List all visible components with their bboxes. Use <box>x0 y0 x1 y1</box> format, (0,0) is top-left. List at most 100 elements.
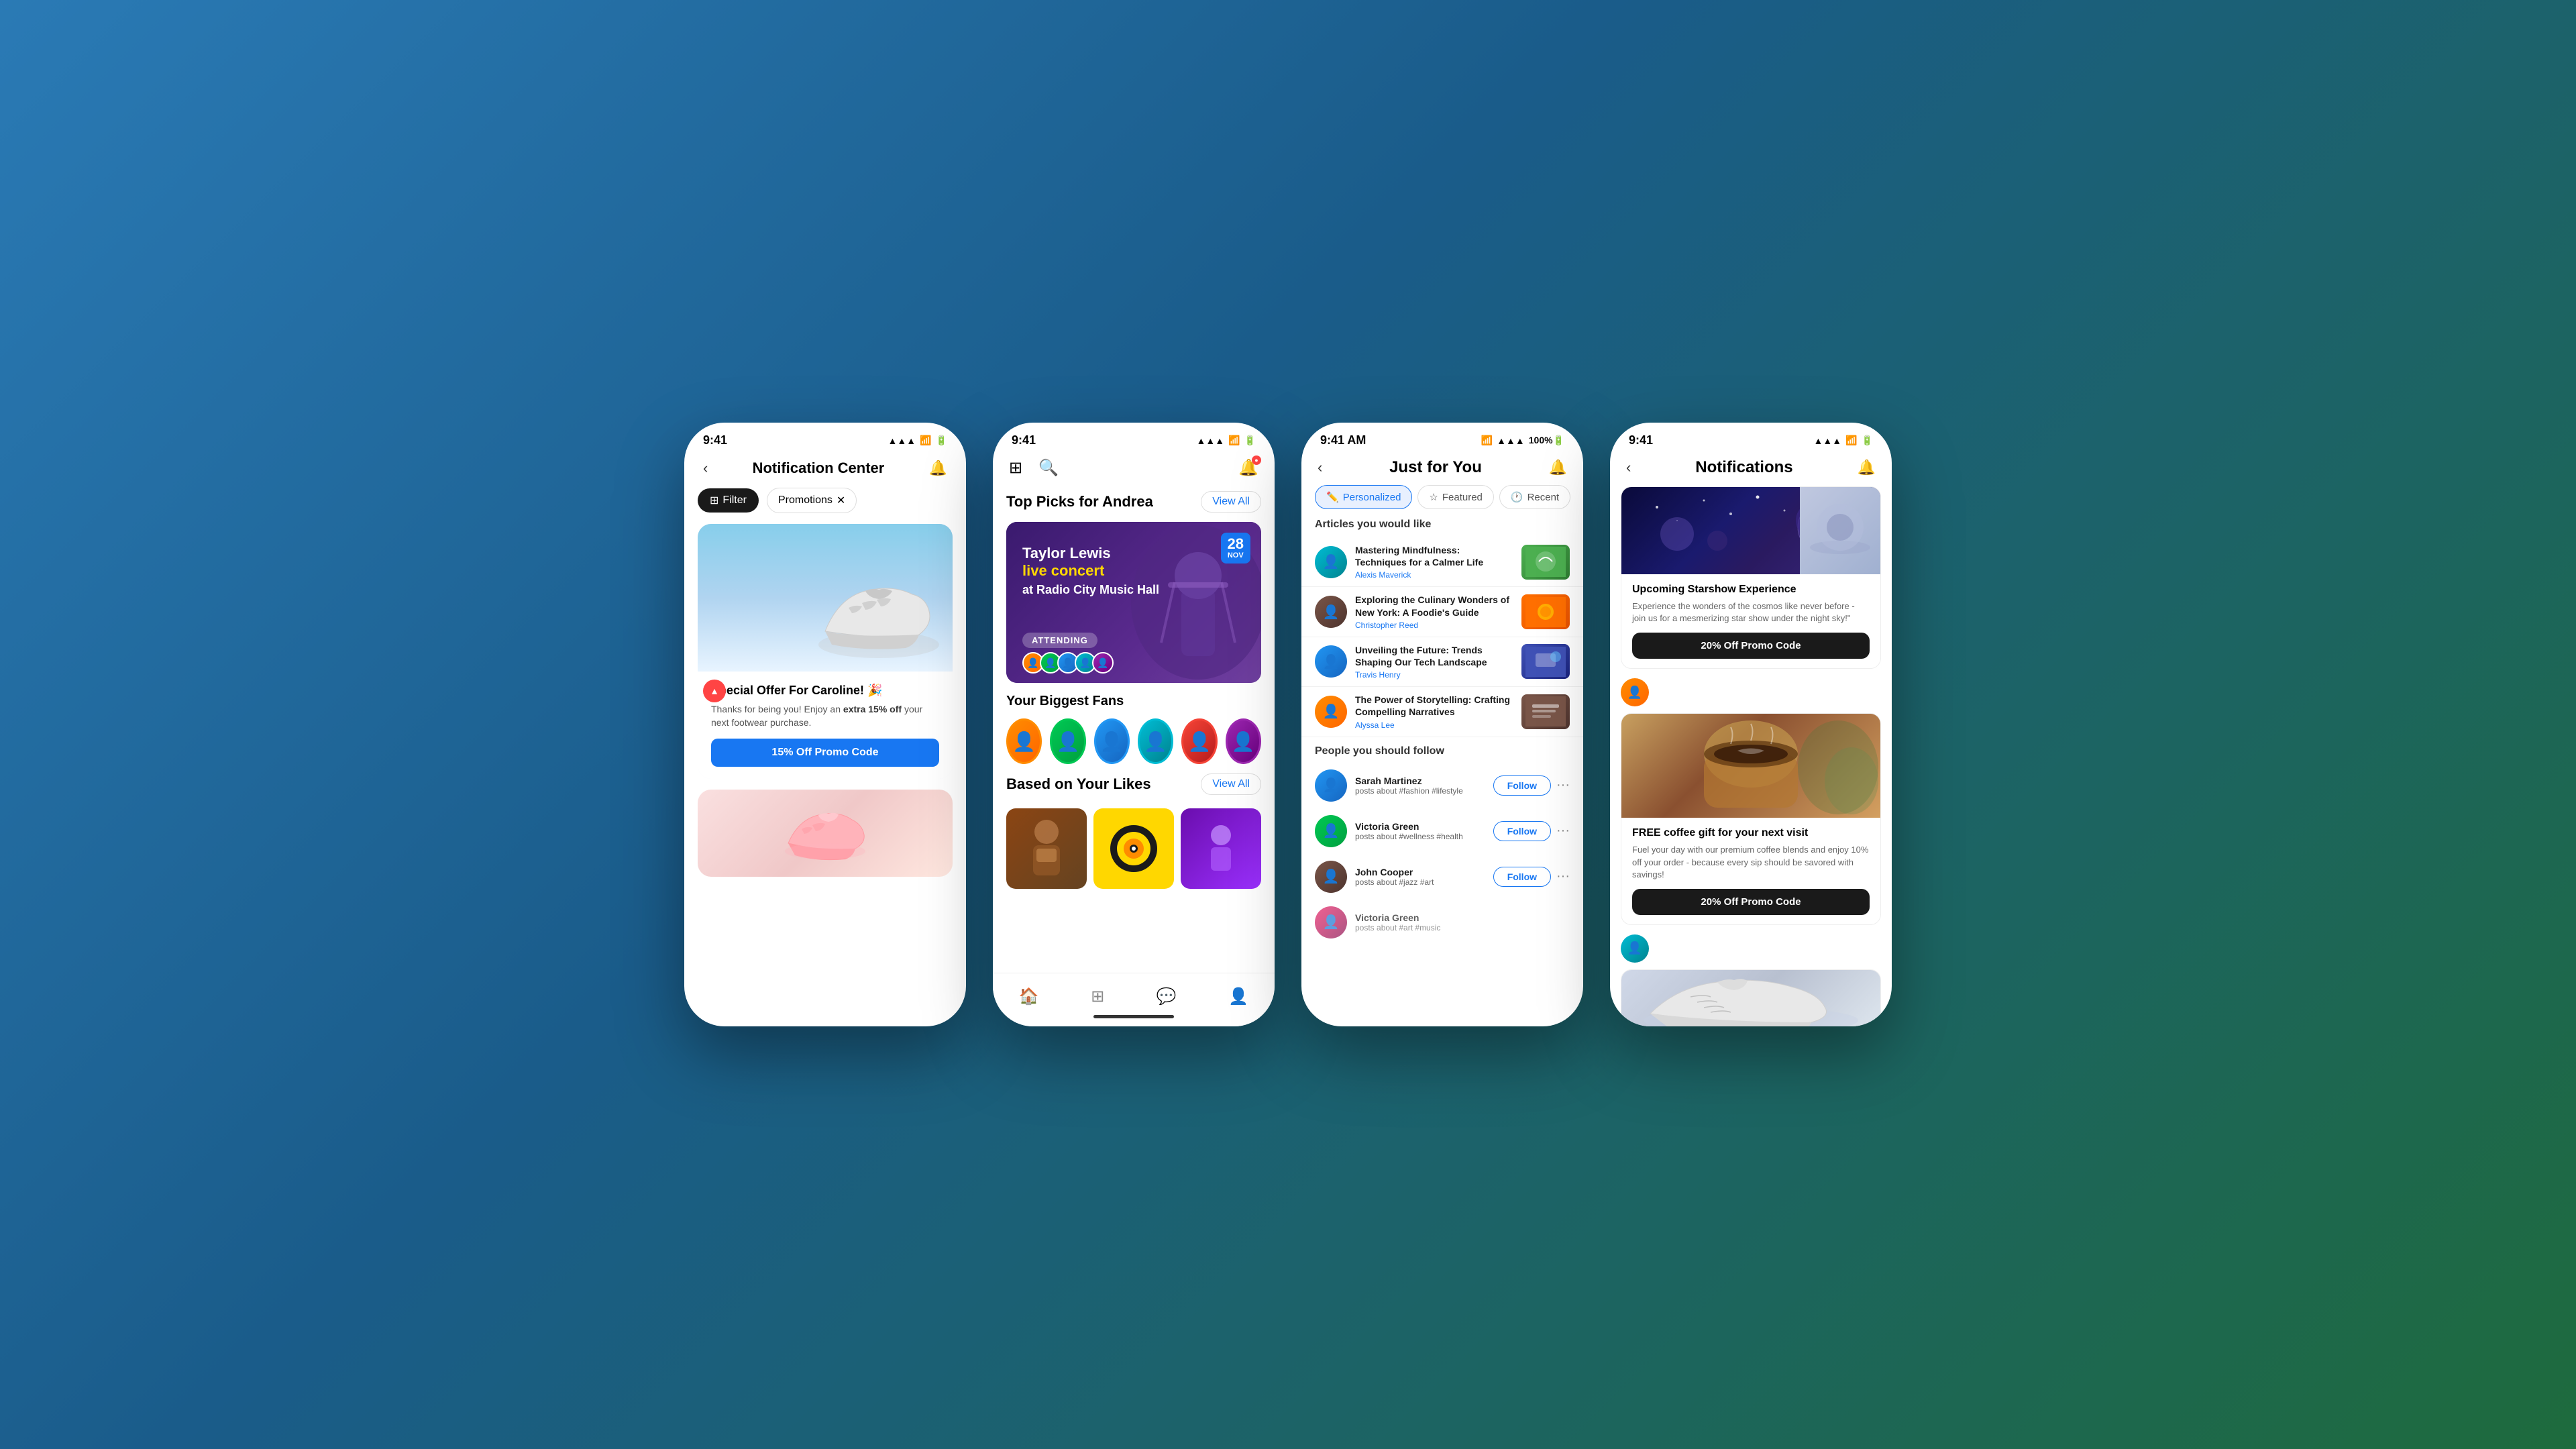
more-button-1[interactable]: ··· <box>1556 777 1570 793</box>
filter-button[interactable]: ⊞ Filter <box>698 488 759 513</box>
fan-avatar-3[interactable]: 👤 <box>1094 718 1130 764</box>
article-text-4: The Power of Storytelling: Crafting Comp… <box>1355 694 1513 729</box>
notif-user-avatar-1: 👤 <box>1621 678 1649 706</box>
based-card-1[interactable] <box>1006 808 1087 889</box>
phone1-header: ‹ Notification Center 🔔 <box>684 453 966 488</box>
nav-profile[interactable]: 👤 <box>1228 987 1248 1006</box>
follow-item-4: 👤 Victoria Green posts about #art #music <box>1301 900 1583 945</box>
battery-icon: 🔋 <box>936 435 947 446</box>
notif-avatar-row-1: 👤 <box>1610 678 1892 713</box>
phone-notification-center: 9:41 ▲▲▲ 📶 🔋 ‹ Notification Center 🔔 ⊞ F… <box>684 423 966 1026</box>
nav-home[interactable]: 🏠 <box>1019 987 1039 1006</box>
attending-badge: ATTENDING <box>1022 633 1097 648</box>
search-icon[interactable]: 🔍 <box>1038 458 1059 478</box>
article-avatar-4: 👤 <box>1315 696 1347 728</box>
status-time-4: 9:41 <box>1629 433 1653 447</box>
nav-grid[interactable]: ⊞ <box>1091 987 1104 1006</box>
top-picks-title: Top Picks for Andrea <box>1006 493 1153 511</box>
fans-avatars: 👤 👤 👤 👤 👤 👤 <box>1006 718 1261 764</box>
follow-button-1[interactable]: Follow <box>1493 775 1551 796</box>
article-title-3: Unveiling the Future: Trends Shaping Our… <box>1355 644 1513 668</box>
tab-personalized[interactable]: ✏️ Personalized <box>1315 485 1412 509</box>
phone4-header: ‹ Notifications 🔔 <box>1610 453 1892 486</box>
article-text-2: Exploring the Culinary Wonders of New Yo… <box>1355 594 1513 629</box>
filter-icon: ⊞ <box>710 494 718 507</box>
fan-avatar-1[interactable]: 👤 <box>1006 718 1042 764</box>
tab-personalized-label: Personalized <box>1343 492 1401 503</box>
more-button-3[interactable]: ··· <box>1556 869 1570 884</box>
personalized-icon: ✏️ <box>1326 491 1339 503</box>
article-item-3[interactable]: 👤 Unveiling the Future: Trends Shaping O… <box>1301 637 1583 687</box>
based-card-3[interactable] <box>1181 808 1261 889</box>
wifi-icon: 📶 <box>920 435 931 446</box>
concert-venue: at Radio City Music Hall <box>1022 583 1245 597</box>
notif-image-sneaker <box>1621 970 1880 1026</box>
nav-messages[interactable]: 💬 <box>1157 987 1177 1006</box>
concert-card[interactable]: Taylor Lewis live concert at Radio City … <box>1006 522 1261 683</box>
notif-cta-coffee[interactable]: 20% Off Promo Code <box>1632 889 1870 915</box>
top-picks-header: Top Picks for Andrea View All <box>993 486 1275 522</box>
based-card-2[interactable] <box>1093 808 1174 889</box>
article-item-4[interactable]: 👤 The Power of Storytelling: Crafting Co… <box>1301 687 1583 737</box>
battery-icon-4: 🔋 <box>1862 435 1873 446</box>
article-thumb-2 <box>1521 594 1570 629</box>
notif-user-avatar-2: 👤 <box>1621 934 1649 963</box>
follow-button-3[interactable]: Follow <box>1493 867 1551 887</box>
promo-card-1: Special Offer For Caroline! 🎉 Thanks for… <box>698 524 953 779</box>
view-all-button[interactable]: View All <box>1201 491 1261 513</box>
follow-avatar-1: 👤 <box>1315 769 1347 802</box>
more-button-2[interactable]: ··· <box>1556 823 1570 839</box>
close-icon[interactable]: ✕ <box>837 494 845 507</box>
article-thumb-3 <box>1521 644 1570 679</box>
based-view-all[interactable]: View All <box>1201 773 1261 795</box>
vinyl-svg <box>1107 815 1161 882</box>
fan-avatar-6[interactable]: 👤 <box>1226 718 1261 764</box>
article-item-2[interactable]: 👤 Exploring the Culinary Wonders of New … <box>1301 587 1583 637</box>
fan-avatar-2[interactable]: 👤 <box>1050 718 1085 764</box>
notif-cta-stars[interactable]: 20% Off Promo Code <box>1632 633 1870 659</box>
bell-icon-3[interactable]: 🔔 <box>1549 459 1567 476</box>
phone1-title: Notification Center <box>708 460 928 477</box>
article-thumb-1 <box>1521 545 1570 580</box>
article-item-1[interactable]: 👤 Mastering Mindfulness: Techniques for … <box>1301 537 1583 587</box>
star-product-svg <box>1803 494 1877 568</box>
back-button-3[interactable]: ‹ <box>1318 459 1322 476</box>
status-icons-3: 📶 ▲▲▲ 100%🔋 <box>1481 435 1564 446</box>
grid-icon[interactable]: ⊞ <box>1009 458 1022 478</box>
follow-button-2[interactable]: Follow <box>1493 821 1551 841</box>
concert-avatar-5: 👤 <box>1092 652 1114 674</box>
bell-icon[interactable]: 🔔 <box>929 460 947 477</box>
signal-icon-4: ▲▲▲ <box>1814 435 1842 446</box>
tab-recent[interactable]: 🕐 Recent <box>1499 485 1570 509</box>
bell-icon-4[interactable]: 🔔 <box>1858 459 1876 476</box>
notif-image-coffee <box>1621 714 1880 818</box>
notif-avatar-row-2: 👤 <box>1610 934 1892 969</box>
fan-avatar-4[interactable]: 👤 <box>1138 718 1173 764</box>
tab-featured[interactable]: ☆ Featured <box>1417 485 1494 509</box>
status-time-2: 9:41 <box>1012 433 1036 447</box>
wifi-icon-3: 📶 <box>1481 435 1493 446</box>
thumb-mindfulness <box>1525 547 1566 577</box>
follow-avatar-4: 👤 <box>1315 906 1347 938</box>
promotions-tag[interactable]: Promotions ✕ <box>767 488 857 513</box>
phone4-title: Notifications <box>1631 458 1857 477</box>
article-thumb-4 <box>1521 694 1570 729</box>
article-avatar-2: 👤 <box>1315 596 1347 628</box>
battery-icon-3: 100%🔋 <box>1529 435 1564 446</box>
fan-avatar-5[interactable]: 👤 <box>1181 718 1217 764</box>
back-button[interactable]: ‹ <box>703 460 708 477</box>
concert-artist: Taylor Lewis <box>1022 545 1245 562</box>
status-bar-3: 9:41 AM 📶 ▲▲▲ 100%🔋 <box>1301 423 1583 453</box>
promo-body-1: Special Offer For Caroline! 🎉 Thanks for… <box>698 672 953 779</box>
status-time-3: 9:41 AM <box>1320 433 1366 447</box>
notif-title-coffee: FREE coffee gift for your next visit <box>1632 827 1870 839</box>
tab-recent-label: Recent <box>1527 492 1560 503</box>
status-bar-4: 9:41 ▲▲▲ 📶 🔋 <box>1610 423 1892 453</box>
based-section: Based on Your Likes View All <box>993 773 1275 889</box>
promo-cta-button-1[interactable]: 15% Off Promo Code <box>711 739 939 767</box>
notif-card-coffee: FREE coffee gift for your next visit Fue… <box>1621 713 1881 925</box>
article-title-2: Exploring the Culinary Wonders of New Yo… <box>1355 594 1513 618</box>
wifi-icon-2: 📶 <box>1228 435 1240 446</box>
follow-actions-3: Follow ··· <box>1493 867 1570 887</box>
back-button-4[interactable]: ‹ <box>1626 459 1631 476</box>
